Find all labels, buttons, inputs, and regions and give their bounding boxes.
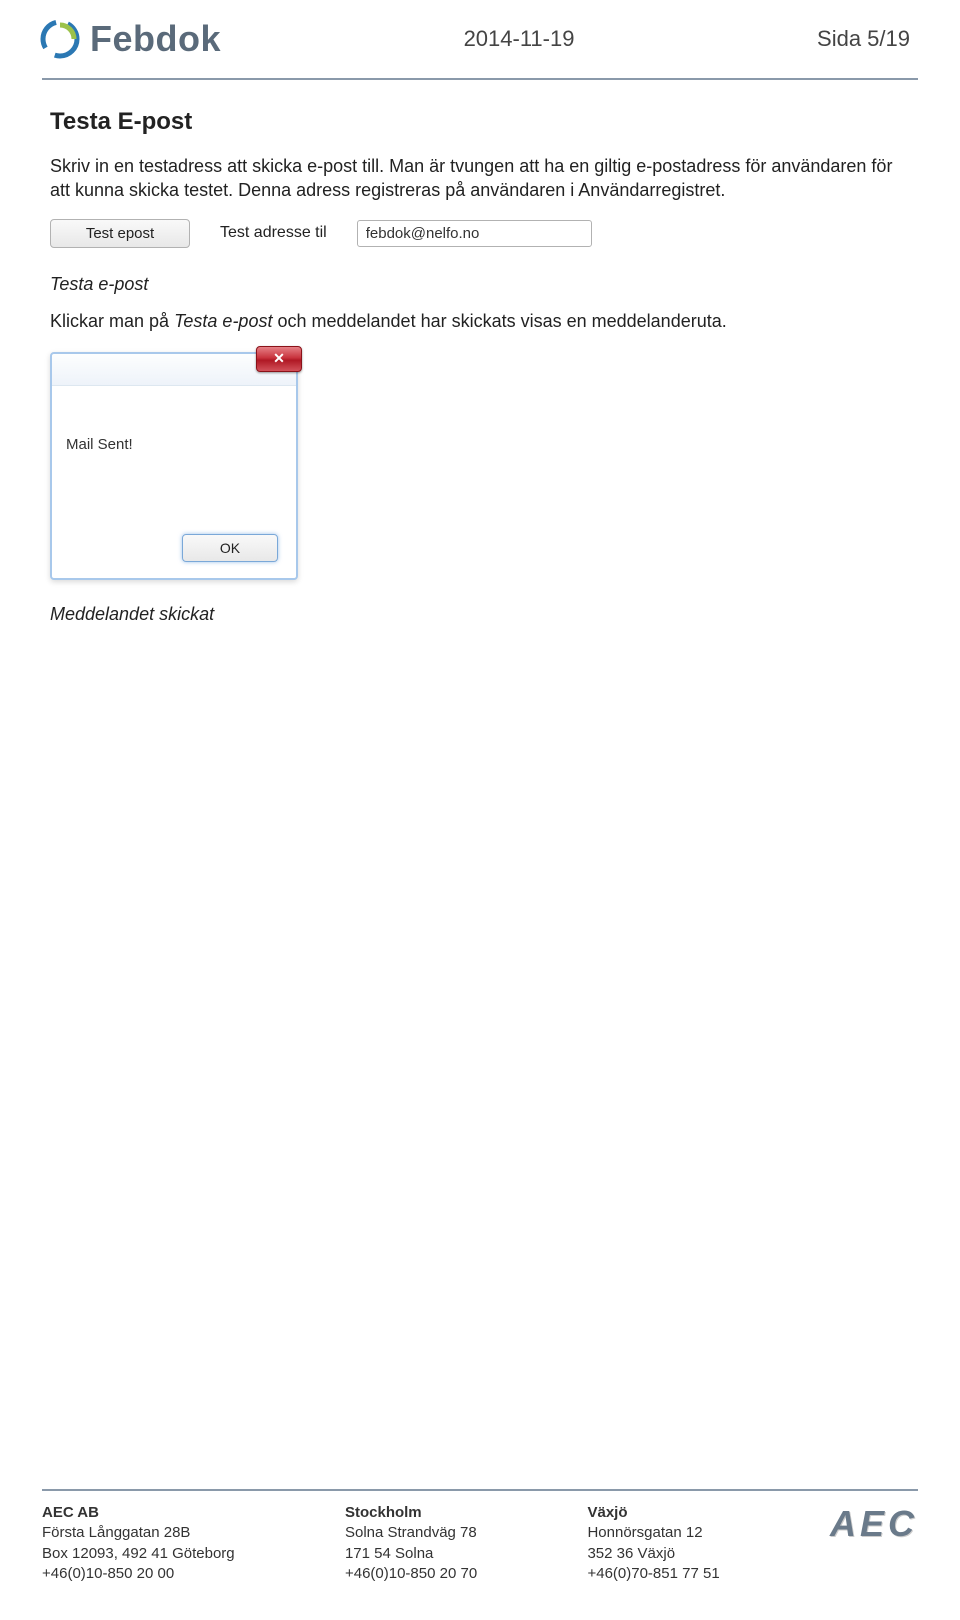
ok-button[interactable]: OK: [182, 534, 278, 562]
caption-testa-epost: Testa e-post: [50, 274, 910, 295]
section-title: Testa E-post: [50, 108, 910, 136]
text-em: Testa e-post: [174, 311, 272, 331]
header-page: Sida 5/19: [817, 26, 910, 52]
dialog-message: Mail Sent!: [52, 386, 296, 463]
footer-col3-line2: 352 36 Växjö: [587, 1544, 719, 1564]
footer-col2-line2: 171 54 Solna: [345, 1544, 477, 1564]
footer-divider: [42, 1489, 918, 1491]
page-header: Febdok 2014-11-19 Sida 5/19: [0, 0, 960, 70]
footer-col1-line2: Box 12093, 492 41 Göteborg: [42, 1544, 235, 1564]
footer-logo-text: AEC: [830, 1503, 918, 1545]
footer-col3-line3: +46(0)70-851 77 51: [587, 1564, 719, 1584]
footer-logo: AEC: [830, 1503, 918, 1545]
footer-col1-line1: Första Långgatan 28B: [42, 1523, 235, 1543]
test-epost-button[interactable]: Test epost: [50, 219, 190, 248]
brand-name: Febdok: [90, 18, 221, 60]
footer-col1-title: AEC AB: [42, 1503, 235, 1523]
close-icon: ✕: [273, 350, 285, 366]
footer-col2-line3: +46(0)10-850 20 70: [345, 1564, 477, 1584]
mail-sent-dialog: ✕ Mail Sent! OK: [50, 352, 298, 580]
header-date: 2014-11-19: [464, 26, 575, 52]
caption-meddelandet-skickat: Meddelandet skickat: [50, 604, 910, 625]
footer-col2-title: Stockholm: [345, 1503, 477, 1523]
text-pre: Klickar man på: [50, 311, 174, 331]
text-post: och meddelandet har skickats visas en me…: [272, 311, 726, 331]
content-area: Testa E-post Skriv in en testadress att …: [0, 80, 960, 625]
test-address-label: Test adresse til: [220, 224, 327, 242]
footer-col-3: Växjö Honnörsgatan 12 352 36 Växjö +46(0…: [587, 1503, 719, 1584]
footer-col-2: Stockholm Solna Strandväg 78 171 54 Soln…: [345, 1503, 477, 1584]
test-address-input[interactable]: [357, 220, 592, 247]
footer-col1-line3: +46(0)10-850 20 00: [42, 1564, 235, 1584]
click-result-paragraph: Klickar man på Testa e-post och meddelan…: [50, 311, 910, 332]
dialog-titlebar: ✕: [52, 354, 296, 386]
footer-columns: AEC AB Första Långgatan 28B Box 12093, 4…: [42, 1503, 918, 1584]
test-email-row: Test epost Test adresse til: [50, 219, 910, 248]
footer-col-1: AEC AB Första Långgatan 28B Box 12093, 4…: [42, 1503, 235, 1584]
close-button[interactable]: ✕: [256, 346, 302, 372]
footer-col3-line1: Honnörsgatan 12: [587, 1523, 719, 1543]
footer-col3-title: Växjö: [587, 1503, 719, 1523]
section-paragraph: Skriv in en testadress att skicka e-post…: [50, 154, 910, 203]
brand: Febdok: [40, 18, 221, 60]
brand-icon: [40, 19, 80, 59]
page-footer: AEC AB Första Långgatan 28B Box 12093, 4…: [0, 1489, 960, 1584]
footer-col2-line1: Solna Strandväg 78: [345, 1523, 477, 1543]
